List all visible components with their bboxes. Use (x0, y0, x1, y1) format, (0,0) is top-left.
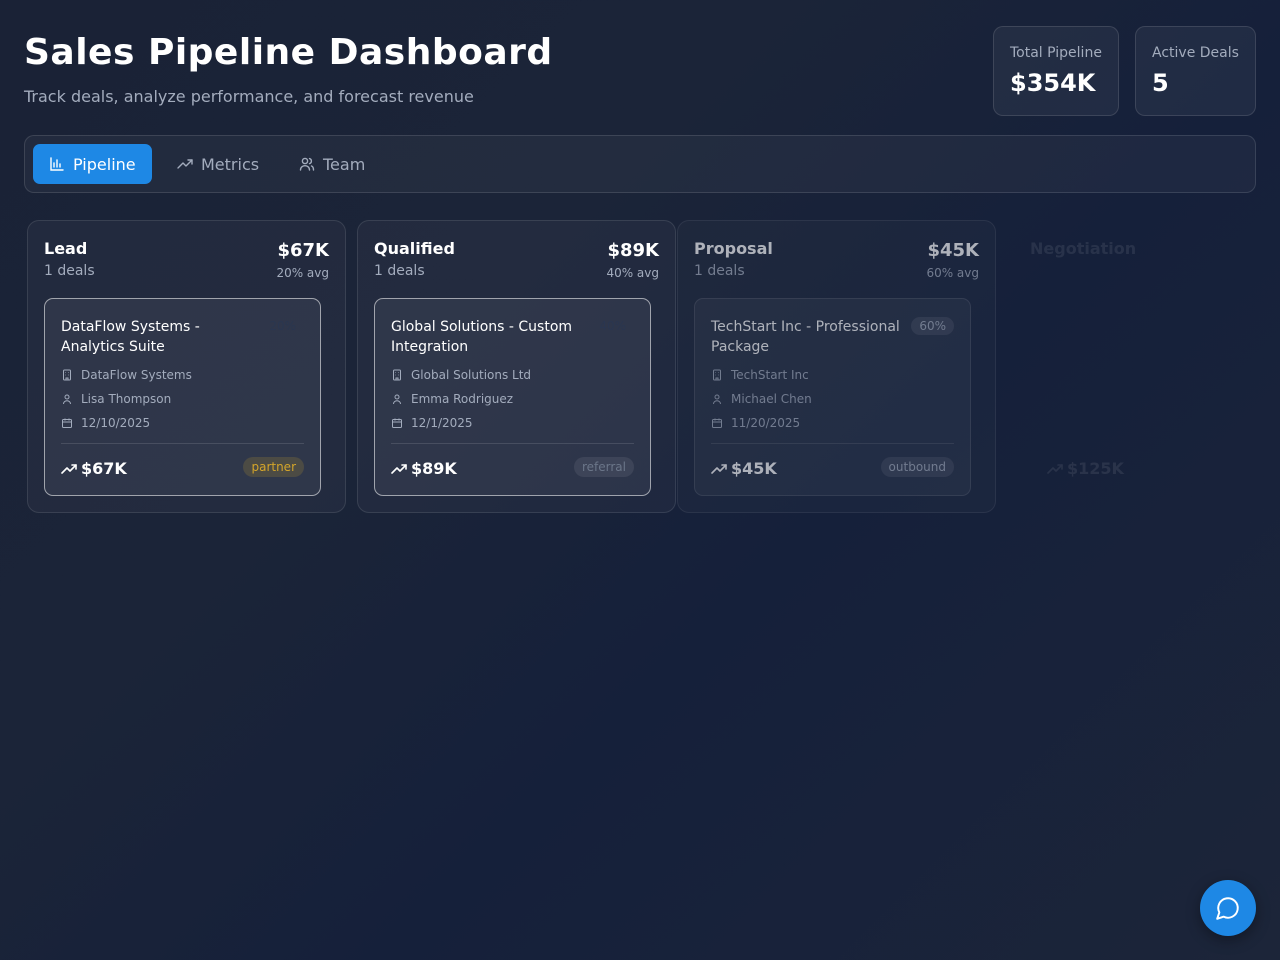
deal-amount: $45K (711, 459, 777, 478)
deal-card[interactable]: DataFlow Systems - Analytics Suite 20% D… (44, 298, 321, 496)
card-divider (711, 443, 954, 444)
deal-company-name: DataFlow Systems (81, 368, 192, 382)
stage-column-lead: Lead 1 deals $67K 20% avg DataFlow Syste… (27, 220, 346, 513)
deal-owner-name: Emma Rodriguez (411, 392, 514, 406)
view-tabs: Pipeline Metrics Team (24, 135, 1256, 193)
deal-close-date: 12/1/2025 (411, 416, 473, 430)
stage-deal-count: 1 deals (374, 263, 425, 279)
deal-card[interactable]: TechStart Inc - Professional Package 60%… (694, 298, 971, 496)
stage-value: $67K (277, 240, 329, 261)
deal-company: Global Solutions Ltd (391, 368, 531, 382)
tab-team[interactable]: Team (283, 144, 381, 184)
deal-owner: Lisa Thompson (61, 392, 171, 406)
stage-deal-count: 1 deals (44, 263, 95, 279)
page-header: Sales Pipeline Dashboard Track deals, an… (24, 32, 553, 106)
deal-source-badge: partner (243, 457, 304, 477)
message-circle-icon (1216, 897, 1239, 920)
deal-owner-name: Michael Chen (731, 392, 812, 406)
stage-title: Lead (44, 239, 88, 258)
deal-amount-value: $89K (411, 459, 457, 478)
deal-company: DataFlow Systems (61, 368, 192, 382)
trending-up-icon (177, 159, 193, 169)
stage-avg-probability: 40% avg (606, 266, 659, 280)
deal-date: 11/20/2025 (711, 416, 800, 430)
bar-chart-icon (50, 157, 64, 171)
user-icon (393, 394, 401, 405)
deal-close-date: 12/10/2025 (81, 416, 151, 430)
page-subtitle: Track deals, analyze performance, and fo… (24, 87, 474, 106)
trending-up-icon (391, 463, 407, 474)
stage-column-proposal: Proposal 1 deals $45K 60% avg TechStart … (677, 220, 996, 513)
deal-amount: $67K (61, 459, 127, 478)
deal-source-badge: outbound (880, 457, 954, 477)
deal-close-date: 11/20/2025 (731, 416, 801, 430)
user-icon (713, 394, 721, 405)
stage-title: Qualified (374, 239, 455, 258)
deal-date: 12/1/2025 (391, 416, 473, 430)
deal-company-name: Global Solutions Ltd (411, 368, 532, 382)
total-pipeline-value: $354K (1010, 69, 1096, 97)
deal-probability-badge: 20% (269, 319, 296, 333)
stage-column-negotiation: Negotiation $125K (1013, 220, 1280, 513)
calendar-icon (392, 418, 402, 428)
stage-value: $89K (607, 240, 659, 261)
calendar-icon (62, 418, 72, 428)
deal-owner: Michael Chen (711, 392, 812, 406)
stage-value: $45K (927, 240, 979, 261)
deal-card[interactable]: Global Solutions - Custom Integration 40… (374, 298, 651, 496)
tab-team-label: Team (323, 154, 366, 174)
deal-title: Global Solutions - Custom Integration (391, 319, 573, 355)
stage-deal-count: 1 deals (694, 263, 745, 279)
deal-card[interactable]: $125K (1030, 298, 1280, 496)
stage-avg-probability: 60% avg (926, 266, 979, 280)
stage-title: Negotiation (1030, 239, 1137, 258)
tab-metrics[interactable]: Metrics (161, 144, 275, 184)
deal-amount: $89K (391, 459, 457, 478)
stage-column-qualified: Qualified 1 deals $89K 40% avg Global So… (357, 220, 676, 513)
deal-company: TechStart Inc (711, 368, 809, 382)
calendar-icon (712, 418, 722, 428)
deal-amount-value: $125K (1067, 459, 1124, 478)
tab-metrics-label: Metrics (201, 154, 260, 174)
deal-amount-value: $45K (731, 459, 777, 478)
user-icon (63, 394, 71, 405)
trending-up-icon (1047, 463, 1063, 474)
trending-up-icon (61, 463, 77, 474)
deal-probability-badge: 40% (599, 319, 626, 333)
tab-pipeline[interactable]: Pipeline (33, 144, 152, 184)
deal-owner: Emma Rodriguez (391, 392, 513, 406)
deal-source-badge: referral (573, 457, 634, 477)
card-divider (61, 443, 304, 444)
building-icon (63, 369, 71, 381)
active-deals-label: Active Deals (1152, 45, 1239, 61)
active-deals-value: 5 (1152, 69, 1169, 97)
building-icon (393, 369, 401, 381)
users-icon (299, 157, 315, 171)
card-divider (391, 443, 634, 444)
active-deals-stat: Active Deals 5 (1135, 26, 1256, 116)
deal-probability-badge: 60% (911, 317, 954, 335)
total-pipeline-label: Total Pipeline (1010, 45, 1102, 61)
deal-company-name: TechStart Inc (731, 368, 809, 382)
page-title: Sales Pipeline Dashboard (24, 32, 553, 73)
deal-title: TechStart Inc - Professional Package (711, 319, 900, 355)
deal-amount-value: $67K (81, 459, 127, 478)
deal-amount: $125K (1047, 459, 1124, 478)
stage-title: Proposal (694, 239, 773, 258)
deal-owner-name: Lisa Thompson (81, 392, 172, 406)
tab-pipeline-label: Pipeline (73, 154, 136, 174)
deal-date: 12/10/2025 (61, 416, 150, 430)
stage-avg-probability: 20% avg (276, 266, 329, 280)
deal-title: DataFlow Systems - Analytics Suite (61, 319, 200, 355)
total-pipeline-stat: Total Pipeline $354K (993, 26, 1119, 116)
building-icon (713, 369, 721, 381)
chat-button[interactable] (1200, 880, 1256, 936)
trending-up-icon (711, 463, 727, 474)
